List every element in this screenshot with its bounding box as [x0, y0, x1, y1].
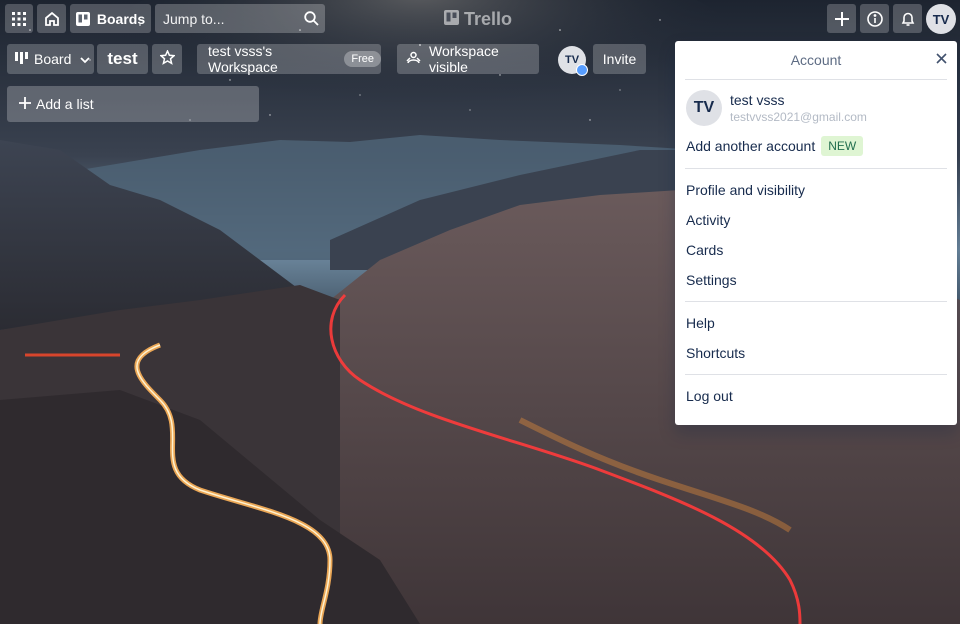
menu-item-shortcuts[interactable]: Shortcuts: [675, 338, 957, 368]
visibility-button[interactable]: Workspace visible: [397, 43, 539, 75]
info-icon: [866, 10, 883, 27]
account-menu: Account TV test vsss testvvss2021@gmail.…: [675, 41, 957, 425]
add-another-account[interactable]: Add another account NEW: [675, 132, 957, 162]
menu-divider: [685, 374, 947, 375]
close-icon[interactable]: [936, 51, 947, 69]
home-icon: [44, 11, 60, 27]
menu-divider: [685, 168, 947, 169]
jump-to-search[interactable]: Jump to...: [155, 4, 325, 33]
star-board-button[interactable]: [152, 44, 182, 74]
search-icon[interactable]: [297, 11, 325, 26]
notifications-button[interactable]: [893, 4, 922, 33]
menu-item-settings[interactable]: Settings: [675, 265, 957, 295]
boards-label: Boards: [96, 10, 146, 27]
board-member-initials: TV: [564, 54, 580, 66]
plus-icon: [834, 11, 849, 26]
add-list-label: Add a list: [36, 96, 94, 112]
member-avatar-button[interactable]: TV: [926, 4, 956, 34]
logo-text: Trello: [464, 8, 513, 29]
add-account-label: Add another account: [686, 138, 816, 154]
visibility-label: Workspace visible: [429, 43, 499, 75]
menu-item-profile[interactable]: Profile and visibility: [675, 175, 957, 205]
menu-item-cards[interactable]: Cards: [675, 235, 957, 265]
boards-button[interactable]: Boards: [70, 4, 151, 33]
apps-switcher-button[interactable]: [5, 4, 33, 33]
workspace-name: test vsss's Workspace: [208, 43, 278, 75]
board-view-switcher[interactable]: Board: [7, 44, 94, 74]
board-title[interactable]: test: [97, 44, 148, 74]
trello-logo[interactable]: Trello: [444, 8, 512, 30]
current-account: TV test vsss testvvss2021@gmail.com: [675, 80, 957, 132]
menu-divider: [685, 301, 947, 302]
chevron-down-icon: [80, 51, 90, 67]
workspace-visible-icon: [406, 51, 421, 67]
create-button[interactable]: [827, 4, 856, 33]
search-placeholder: Jump to...: [163, 10, 225, 27]
plus-icon: [19, 96, 31, 112]
account-avatar: TV: [686, 90, 722, 126]
menu-item-help[interactable]: Help: [675, 308, 957, 338]
board-icon: [75, 11, 90, 26]
new-badge: NEW: [821, 136, 864, 156]
account-menu-title: Account: [685, 41, 947, 80]
grid-icon: [12, 11, 26, 26]
board-member-avatar[interactable]: TV: [558, 46, 588, 76]
trello-logo-icon: [444, 9, 459, 30]
menu-item-logout[interactable]: Log out: [675, 381, 957, 411]
account-name: test vsss: [730, 92, 785, 108]
menu-item-activity[interactable]: Activity: [675, 205, 957, 235]
admin-badge-icon: [576, 64, 588, 76]
invite-button[interactable]: Invite: [593, 44, 646, 74]
bell-icon: [901, 11, 915, 27]
plan-badge: Free: [344, 51, 381, 67]
star-icon: [158, 49, 176, 68]
home-button[interactable]: [37, 4, 66, 33]
add-list-button[interactable]: Add a list: [7, 86, 259, 122]
board-view-label: Board: [34, 51, 72, 67]
information-button[interactable]: [860, 4, 889, 33]
workspace-button[interactable]: test vsss's Workspace Free: [197, 43, 381, 75]
account-email: testvvss2021@gmail.com: [730, 110, 867, 124]
board-view-icon: [15, 51, 29, 67]
